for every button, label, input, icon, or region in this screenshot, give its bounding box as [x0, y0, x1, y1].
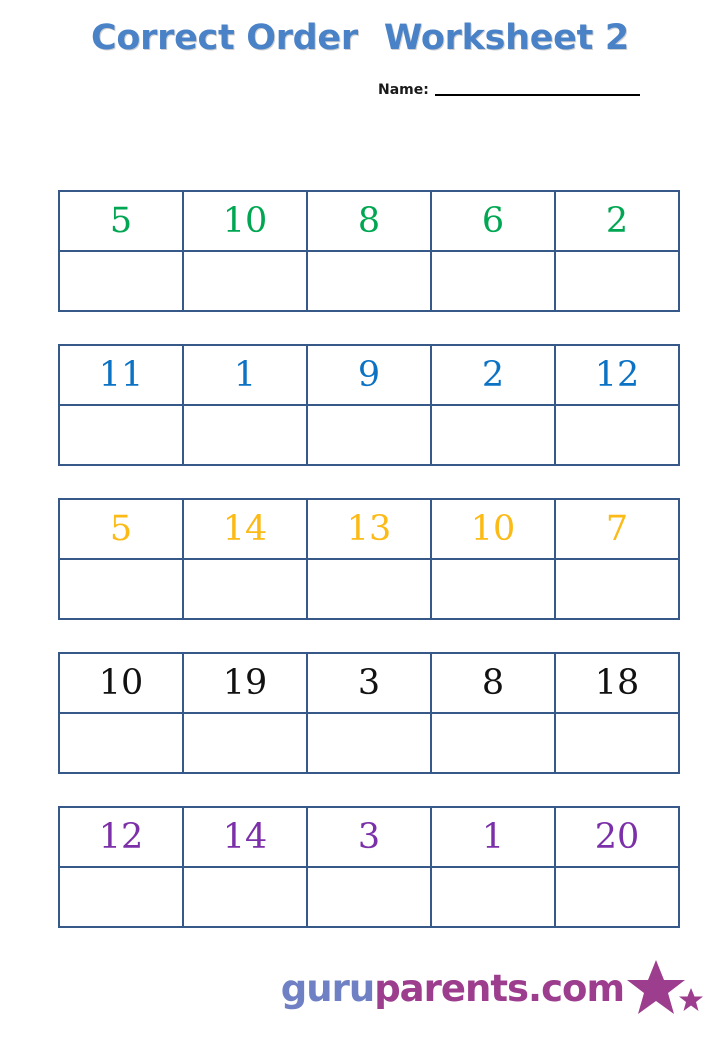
star-icon	[627, 960, 703, 1014]
number-cell: 9	[306, 344, 432, 406]
name-input-line[interactable]	[434, 94, 640, 96]
answer-cell[interactable]	[58, 558, 184, 620]
number-cell: 2	[554, 190, 680, 252]
number-cell: 3	[306, 652, 432, 714]
answer-cell[interactable]	[554, 866, 680, 928]
page-title-main: Correct Order	[91, 18, 358, 58]
answer-cell[interactable]	[182, 866, 308, 928]
number-cell: 14	[182, 806, 308, 868]
page-title-sub: Worksheet 2	[383, 18, 629, 58]
answer-cell[interactable]	[182, 250, 308, 312]
number-cell: 11	[58, 344, 184, 406]
number-cell: 14	[182, 498, 308, 560]
number-cell: 18	[554, 652, 680, 714]
table-row-numbers: 10 19 3 8 18	[58, 652, 680, 714]
number-row-table-4: 10 19 3 8 18	[58, 652, 680, 774]
table-row-numbers: 5 10 8 6 2	[58, 190, 680, 252]
answer-cell[interactable]	[554, 712, 680, 774]
table-row-numbers: 12 14 3 1 20	[58, 806, 680, 868]
worksheet-body: 5 10 8 6 2 11 1 9 2 12 5 14 13 10 7 10 1…	[58, 190, 680, 928]
number-row-table-2: 11 1 9 2 12	[58, 344, 680, 466]
logo-text-guru: guru	[280, 967, 375, 1010]
table-row-answers	[58, 866, 680, 928]
answer-cell[interactable]	[306, 404, 432, 466]
answer-cell[interactable]	[182, 558, 308, 620]
answer-cell[interactable]	[58, 404, 184, 466]
number-cell: 5	[58, 498, 184, 560]
number-cell: 19	[182, 652, 308, 714]
number-row-table-3: 5 14 13 10 7	[58, 498, 680, 620]
logo-text-parents: parents.com	[374, 967, 625, 1010]
number-row-table-1: 5 10 8 6 2	[58, 190, 680, 312]
answer-cell[interactable]	[554, 250, 680, 312]
page-title: Correct Order Worksheet 2	[0, 18, 720, 58]
number-cell: 10	[182, 190, 308, 252]
number-cell: 5	[58, 190, 184, 252]
answer-cell[interactable]	[306, 712, 432, 774]
guruparents-logo[interactable]: guruparents.com	[281, 958, 704, 1020]
answer-cell[interactable]	[182, 404, 308, 466]
number-cell: 10	[430, 498, 556, 560]
answer-cell[interactable]	[430, 558, 556, 620]
number-cell: 13	[306, 498, 432, 560]
number-cell: 8	[430, 652, 556, 714]
number-cell: 20	[554, 806, 680, 868]
answer-cell[interactable]	[58, 866, 184, 928]
worksheet-header: Correct Order Worksheet 2 Name:	[0, 0, 720, 120]
number-cell: 3	[306, 806, 432, 868]
table-row-numbers: 5 14 13 10 7	[58, 498, 680, 560]
answer-cell[interactable]	[306, 866, 432, 928]
number-cell: 7	[554, 498, 680, 560]
answer-cell[interactable]	[58, 250, 184, 312]
table-row-numbers: 11 1 9 2 12	[58, 344, 680, 406]
answer-cell[interactable]	[554, 404, 680, 466]
answer-cell[interactable]	[58, 712, 184, 774]
number-cell: 12	[554, 344, 680, 406]
table-row-answers	[58, 712, 680, 774]
number-cell: 1	[430, 806, 556, 868]
answer-cell[interactable]	[430, 712, 556, 774]
name-label: Name:	[378, 82, 429, 98]
answer-cell[interactable]	[430, 866, 556, 928]
answer-cell[interactable]	[430, 250, 556, 312]
worksheet-footer: guruparents.com	[0, 952, 720, 1032]
table-row-answers	[58, 250, 680, 312]
name-field-row: Name:	[378, 82, 640, 98]
table-row-answers	[58, 404, 680, 466]
answer-cell[interactable]	[306, 558, 432, 620]
answer-cell[interactable]	[430, 404, 556, 466]
number-cell: 10	[58, 652, 184, 714]
number-cell: 6	[430, 190, 556, 252]
number-cell: 2	[430, 344, 556, 406]
logo-text: guruparents.com	[280, 967, 625, 1010]
table-row-answers	[58, 558, 680, 620]
number-row-table-5: 12 14 3 1 20	[58, 806, 680, 928]
answer-cell[interactable]	[554, 558, 680, 620]
number-cell: 1	[182, 344, 308, 406]
answer-cell[interactable]	[182, 712, 308, 774]
number-cell: 8	[306, 190, 432, 252]
answer-cell[interactable]	[306, 250, 432, 312]
number-cell: 12	[58, 806, 184, 868]
